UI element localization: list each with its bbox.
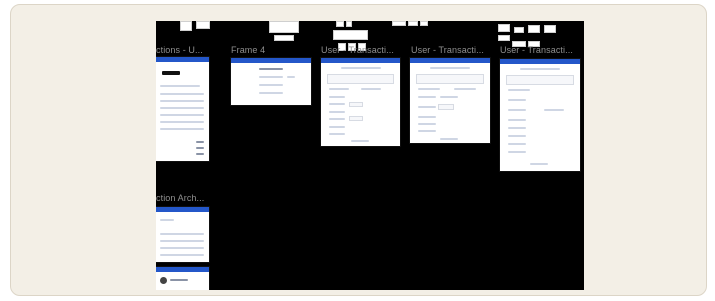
component-thumbnail[interactable] — [333, 30, 368, 40]
frame-user-transaction-2[interactable] — [410, 58, 490, 143]
text-line — [454, 88, 476, 90]
form-section — [506, 75, 574, 85]
text-line — [160, 114, 204, 116]
component-thumbnail[interactable] — [420, 21, 428, 26]
frame-profile[interactable] — [156, 267, 209, 290]
component-thumbnail[interactable] — [180, 21, 192, 31]
text-line — [418, 116, 436, 118]
text-line — [329, 96, 345, 98]
text-line — [508, 109, 526, 111]
text-line — [440, 138, 458, 140]
avatar — [160, 277, 167, 284]
frame-user-transaction-3[interactable] — [500, 59, 580, 171]
text-line — [329, 118, 345, 120]
frame-4[interactable] — [231, 58, 311, 105]
frame-title[interactable]: ctions - U... — [156, 45, 203, 55]
component-thumbnail[interactable] — [274, 35, 294, 41]
component-thumbnail[interactable] — [196, 21, 210, 29]
text-line — [508, 119, 526, 121]
text-line — [329, 126, 345, 128]
component-thumbnail[interactable] — [392, 21, 406, 26]
text-line — [418, 123, 436, 125]
component-thumbnail[interactable] — [498, 35, 510, 41]
text-line — [160, 121, 204, 123]
primary-button[interactable] — [162, 71, 180, 75]
text-line — [508, 135, 526, 137]
text-line — [430, 67, 470, 69]
text-line — [259, 92, 283, 94]
component-thumbnail[interactable] — [514, 27, 524, 33]
component-thumbnail[interactable] — [544, 25, 556, 33]
text-line — [329, 111, 345, 113]
text-line — [160, 254, 204, 256]
component-thumbnail[interactable] — [498, 24, 510, 32]
screenshot-card: ctions - U... Frame 4 User - Transacti..… — [10, 4, 707, 296]
frame-title[interactable]: Frame 4 — [231, 45, 265, 55]
text-line — [160, 85, 200, 87]
frame-header-bar — [156, 267, 209, 272]
text-line — [160, 247, 204, 249]
text-line — [196, 147, 204, 149]
text-line — [418, 88, 440, 90]
text-line — [508, 151, 526, 153]
frame-title[interactable]: ction Arch... — [156, 193, 204, 203]
text-line — [508, 89, 530, 91]
design-canvas[interactable]: ctions - U... Frame 4 User - Transacti..… — [156, 21, 584, 290]
text-line — [530, 163, 548, 165]
frame-transactions-list[interactable] — [156, 57, 209, 161]
text-line — [259, 76, 283, 78]
frame-transaction-architecture[interactable] — [156, 207, 209, 262]
frame-user-transaction-1[interactable] — [321, 58, 400, 146]
frame-title[interactable]: User - Transacti... — [321, 45, 394, 55]
text-line — [520, 68, 560, 70]
text-line — [196, 153, 204, 155]
text-line — [160, 128, 204, 130]
text-line — [351, 140, 369, 142]
input-field[interactable] — [349, 102, 363, 107]
frame-header-bar — [500, 59, 580, 64]
text-line — [259, 68, 283, 70]
text-line — [329, 133, 345, 135]
form-section — [416, 74, 484, 84]
component-thumbnail[interactable] — [408, 21, 418, 26]
text-line — [196, 141, 204, 143]
text-line — [160, 107, 204, 109]
input-field[interactable] — [438, 104, 454, 110]
component-thumbnail[interactable] — [528, 25, 540, 33]
text-line — [329, 88, 349, 90]
text-line — [160, 240, 204, 242]
frame-header-bar — [321, 58, 400, 63]
text-line — [259, 84, 283, 86]
text-line — [160, 93, 204, 95]
input-field[interactable] — [349, 116, 363, 121]
text-line — [160, 100, 204, 102]
frame-header-bar — [410, 58, 490, 63]
text-line — [287, 76, 295, 78]
text-line — [170, 279, 188, 281]
text-line — [418, 130, 436, 132]
frame-title[interactable]: User - Transacti... — [411, 45, 484, 55]
component-thumbnail[interactable] — [269, 21, 299, 33]
text-line — [440, 96, 458, 98]
frame-title[interactable]: User - Transacti... — [500, 45, 573, 55]
component-thumbnail[interactable] — [336, 21, 344, 27]
text-line — [508, 143, 526, 145]
frame-header-bar — [156, 207, 209, 212]
text-line — [508, 99, 526, 101]
component-thumbnail[interactable] — [346, 21, 352, 27]
text-line — [418, 96, 436, 98]
text-line — [361, 88, 381, 90]
text-line — [160, 219, 174, 221]
frame-header-bar — [156, 57, 209, 62]
text-line — [341, 67, 381, 69]
form-section — [327, 74, 394, 84]
text-line — [160, 233, 204, 235]
text-line — [544, 109, 564, 111]
frame-header-bar — [231, 58, 311, 63]
text-line — [418, 106, 436, 108]
text-line — [508, 127, 526, 129]
text-line — [329, 103, 345, 105]
